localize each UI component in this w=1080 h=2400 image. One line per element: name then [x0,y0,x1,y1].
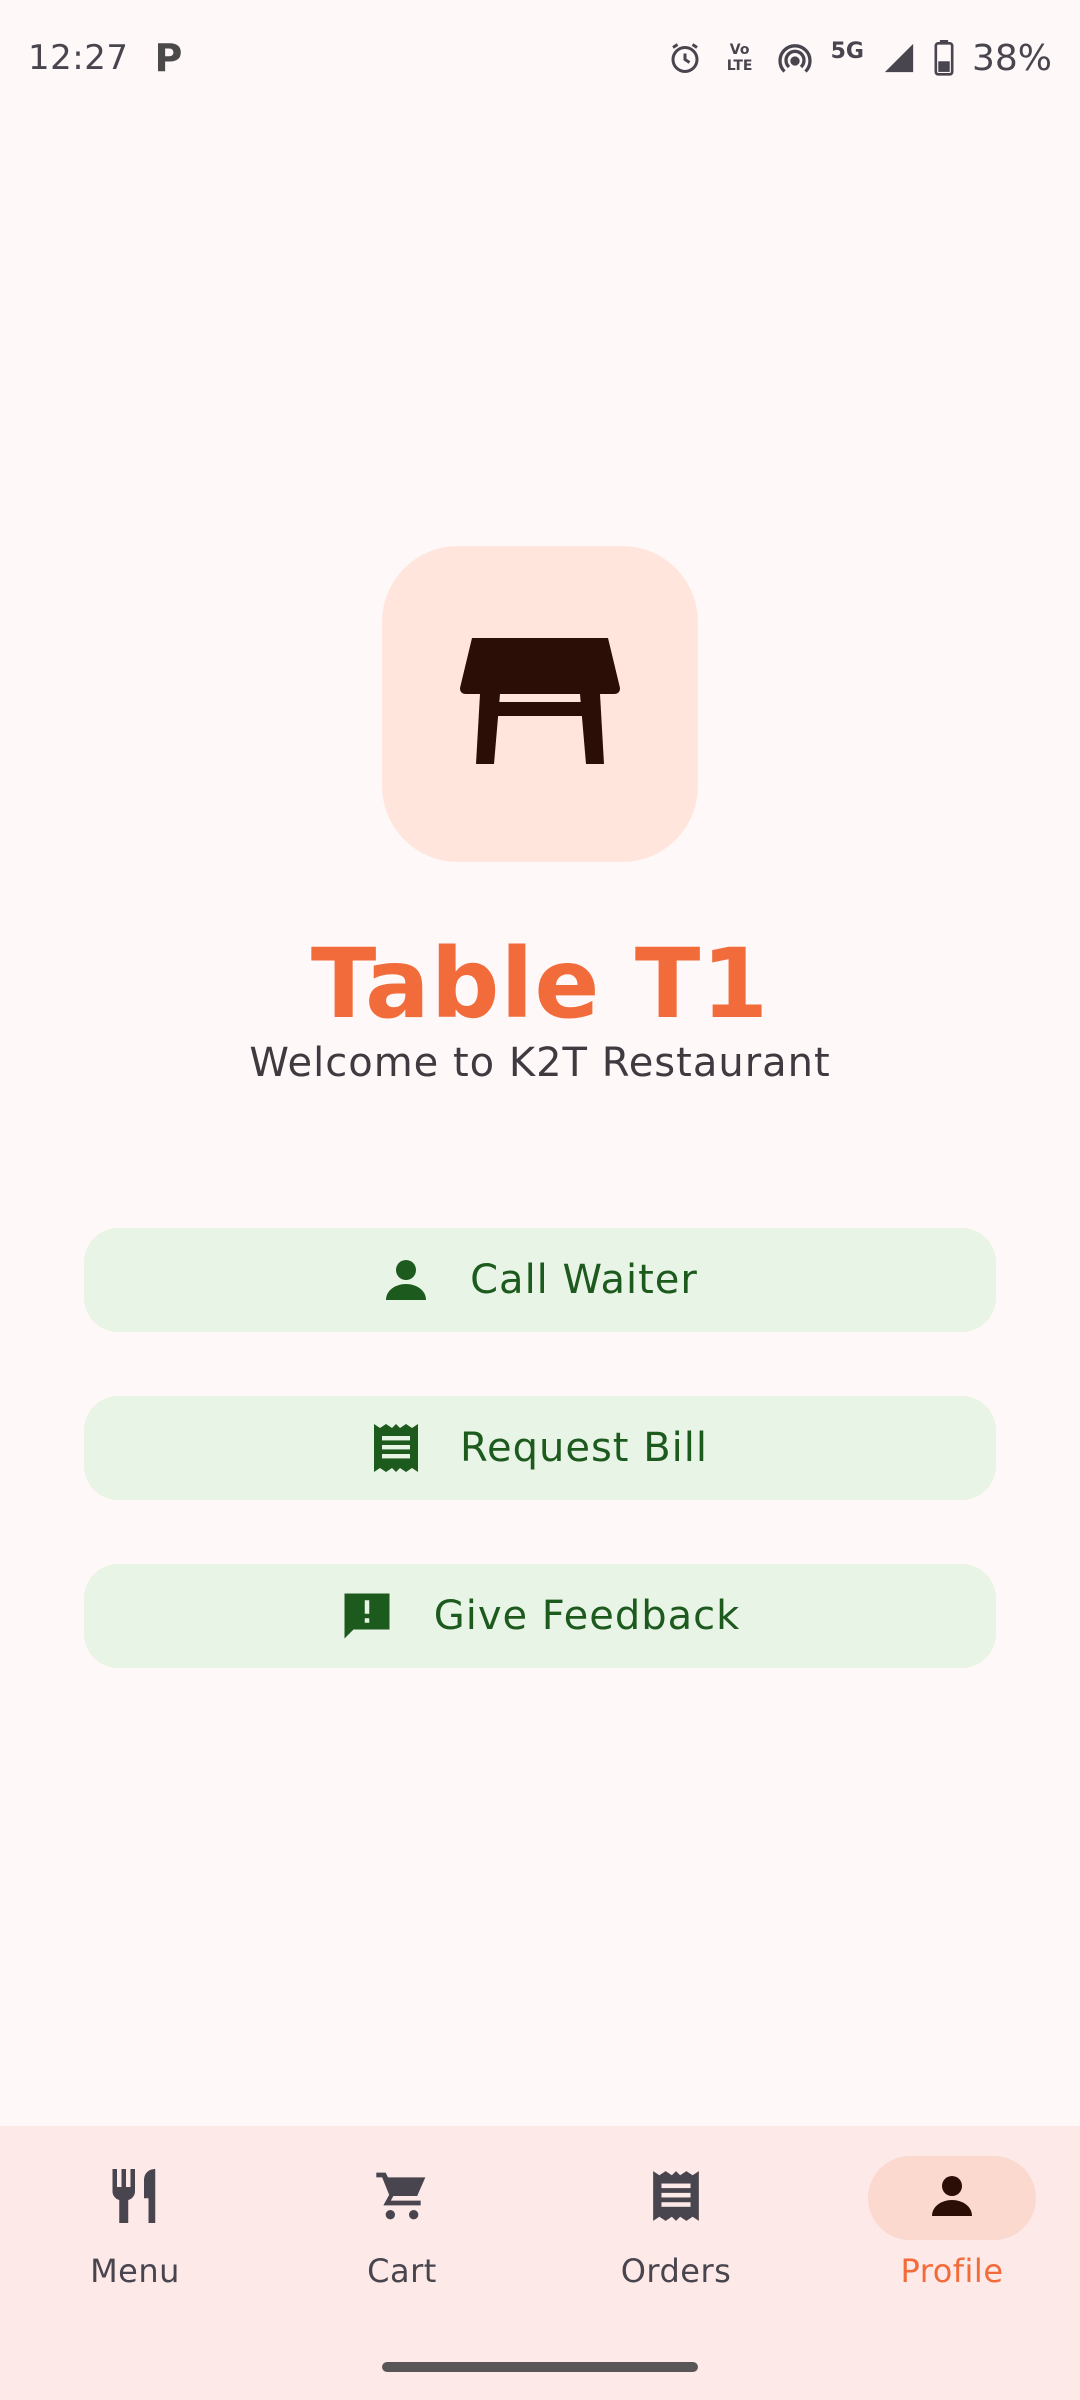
give-feedback-button[interactable]: Give Feedback [84,1564,996,1668]
cart-icon [374,2168,430,2228]
call-waiter-label: Call Waiter [470,1257,698,1303]
table-icon [460,636,620,772]
orders-icon [651,2169,701,2227]
call-waiter-button[interactable]: Call Waiter [84,1228,996,1332]
home-indicator[interactable] [382,2362,698,2372]
network-type-label: 5G [830,38,864,64]
status-bar-right: Vo LTE 5G 38% [667,38,1052,79]
nav-label-cart: Cart [367,2252,437,2290]
nav-profile-icon-wrap [868,2156,1036,2240]
nav-orders-icon-wrap [592,2156,760,2240]
nav-cart-icon-wrap [318,2156,486,2240]
nav-item-orders[interactable]: Orders [541,2126,811,2326]
nav-label-menu: Menu [90,2252,180,2290]
welcome-subtitle: Welcome to K2T Restaurant [249,1040,831,1086]
person-icon [382,1256,430,1304]
receipt-icon [372,1422,420,1474]
bottom-navigation: Menu Cart Orders Profile [0,2126,1080,2400]
status-bar-left: 12:27 P [28,36,182,80]
alarm-icon [667,40,703,76]
nav-menu-icon-wrap [51,2156,219,2240]
nav-item-profile[interactable]: Profile [817,2126,1080,2326]
request-bill-label: Request Bill [460,1425,708,1471]
parking-icon: P [154,36,183,80]
table-avatar-tile [382,546,698,862]
nav-label-profile: Profile [900,2252,1004,2290]
nav-item-menu[interactable]: Menu [0,2126,270,2326]
volte-icon: Vo LTE [726,42,753,74]
hotspot-icon [777,40,813,76]
status-bar: 12:27 P Vo LTE 5G 38% [0,0,1080,116]
status-time: 12:27 [28,38,129,78]
feedback-icon [340,1589,394,1643]
battery-percent: 38% [971,37,1052,79]
battery-icon [934,40,954,76]
profile-icon [928,2172,976,2224]
request-bill-button[interactable]: Request Bill [84,1396,996,1500]
nav-item-cart[interactable]: Cart [267,2126,537,2326]
nav-label-orders: Orders [620,2252,732,2290]
page-title: Table T1 [310,928,770,1040]
restaurant-icon [108,2166,162,2230]
signal-icon [882,41,916,75]
give-feedback-label: Give Feedback [433,1593,741,1639]
